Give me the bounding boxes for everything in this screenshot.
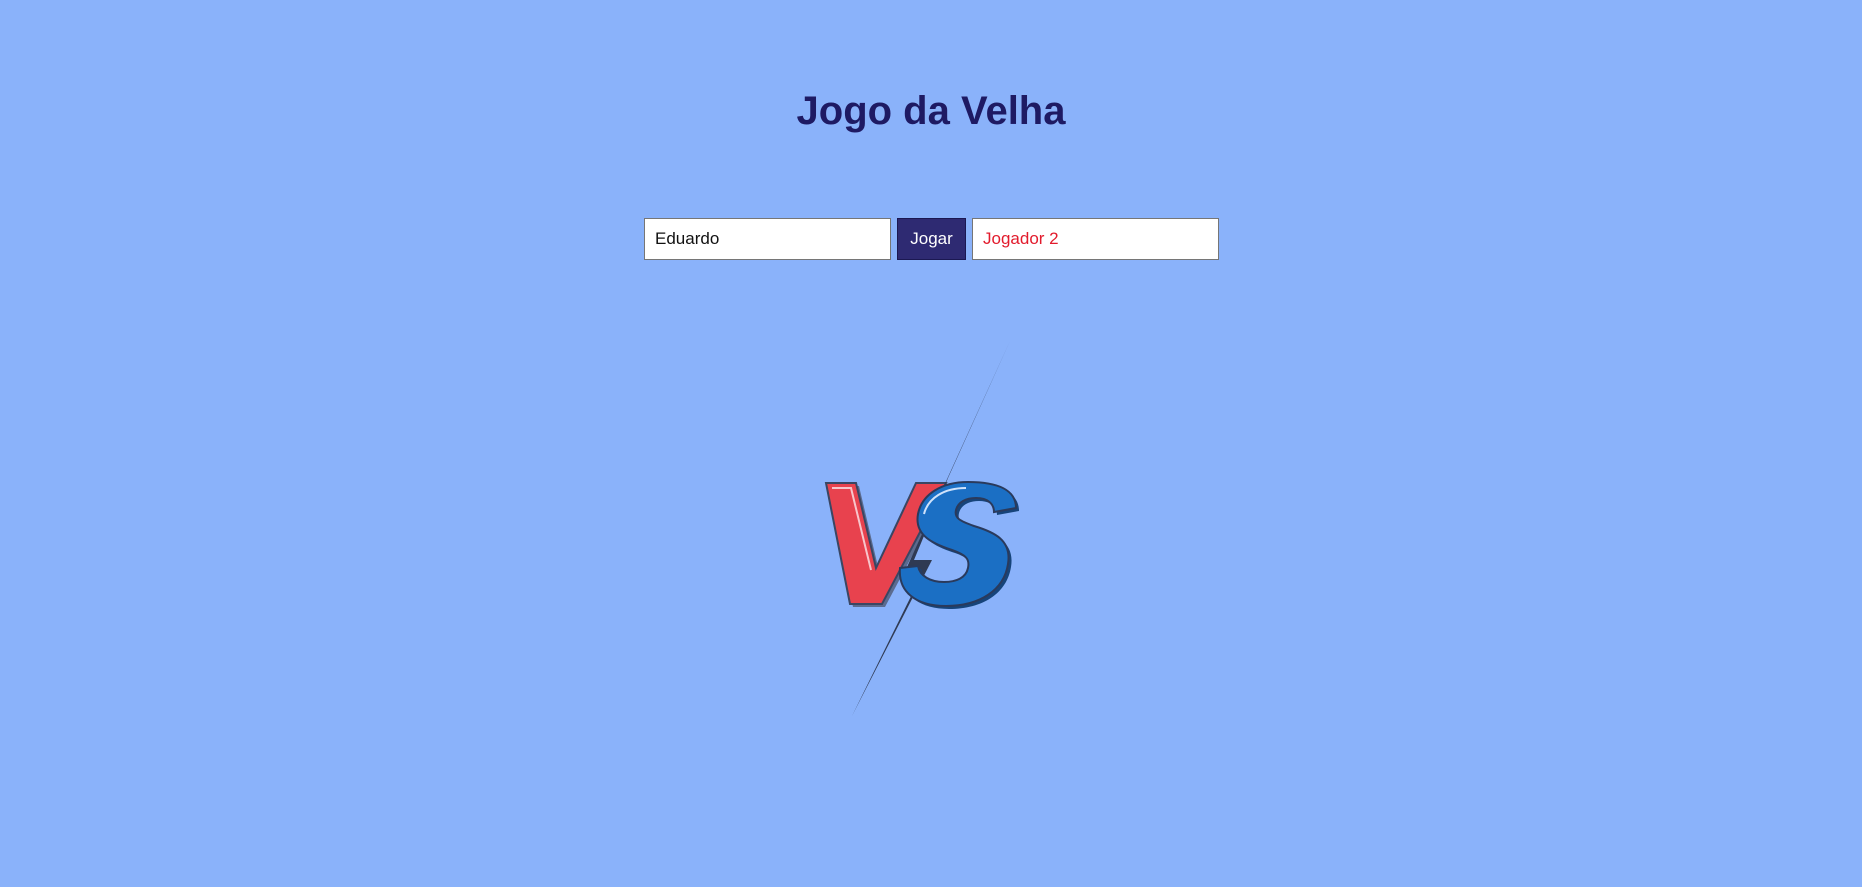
player1-name-input[interactable] [644, 218, 891, 260]
player-form: Jogar [644, 218, 1219, 260]
player2-name-input[interactable] [972, 218, 1219, 260]
versus-icon [824, 341, 1019, 716]
page-title: Jogo da Velha [796, 89, 1066, 133]
game-start-page: Jogo da Velha Jogar [0, 0, 1862, 887]
play-button[interactable]: Jogar [897, 218, 966, 260]
